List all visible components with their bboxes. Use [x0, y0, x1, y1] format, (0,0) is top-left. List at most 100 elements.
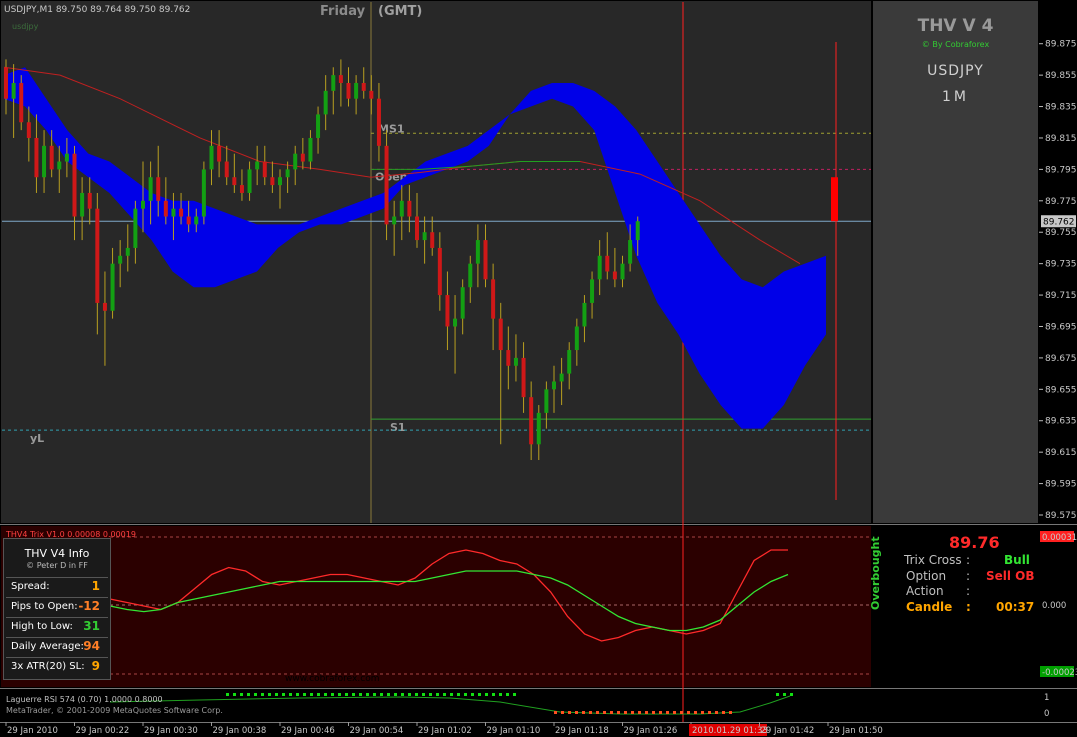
price-tick-label: 89.735 [1045, 260, 1077, 270]
info-panel-subtitle: © Peter D in FF [26, 561, 88, 570]
candle-body [620, 263, 625, 280]
info-label: Spread: [11, 581, 50, 592]
laguerre-ob-dot [247, 693, 250, 696]
laguerre-ob-dot [324, 693, 327, 696]
laguerre-os-dot [694, 711, 697, 714]
laguerre-os-dot [729, 711, 732, 714]
laguerre-os-dot [631, 711, 634, 714]
candle-body [194, 216, 199, 225]
laguerre-ob-dot [464, 693, 467, 696]
candle-body [110, 263, 115, 311]
price-tick-label: 89.795 [1045, 165, 1077, 175]
symbol-header: USDJPY,M1 89.750 89.764 89.750 89.762 [4, 5, 191, 15]
candle-body [156, 177, 161, 201]
candle-body [209, 145, 214, 170]
info-panel-title: THV V4 Info [24, 547, 90, 560]
candle-body [148, 177, 153, 201]
action-label: Action [906, 584, 944, 598]
laguerre-ob-dot [408, 693, 411, 696]
candle-body [597, 255, 602, 280]
candle-body [536, 412, 541, 445]
laguerre-os-dot [666, 711, 669, 714]
laguerre-ob-dot [492, 693, 495, 696]
laguerre-os-dot [652, 711, 655, 714]
trix-cross-label: Trix Cross [904, 553, 962, 567]
thv-signal-panel: Overbought 89.76 Trix Cross : Bull Optio… [869, 528, 1036, 686]
time-tick-label: 29 Jan 00:38 [213, 726, 267, 736]
laguerre-os-dot [561, 711, 564, 714]
candle-body [316, 114, 321, 138]
candle-body [590, 279, 595, 303]
price-tick-label: 89.675 [1045, 354, 1077, 364]
option-value: Sell OB [986, 569, 1035, 583]
candle-timer: 00:37 [996, 600, 1035, 614]
laguerre-ob-dot [436, 693, 439, 696]
candle-body [11, 82, 16, 99]
info-row-high-to-low: High to Low: 31 [6, 617, 108, 636]
candle-body [285, 169, 290, 178]
laguerre-ob-dot [359, 693, 362, 696]
candle-body [102, 302, 107, 311]
candle-body [247, 169, 252, 193]
laguerre-ob-dot [790, 693, 793, 696]
laguerre-os-dot [680, 711, 683, 714]
candle-body [430, 232, 435, 248]
candle-body [612, 271, 617, 280]
candle-body [521, 357, 526, 398]
price-tick-label: 89.615 [1045, 448, 1077, 458]
trix-axis-label: -0.00023 [1042, 668, 1077, 678]
candle-body [369, 90, 374, 99]
candle-body [141, 200, 145, 209]
info-row-atr-sl: 3x ATR(20) SL: 9 [6, 657, 108, 676]
laguerre-ob-dot [275, 693, 278, 696]
price-tick-label: 89.575 [1045, 511, 1077, 521]
laguerre-ob-dot [394, 693, 397, 696]
price-tick-label: 89.775 [1045, 197, 1077, 207]
brand-timeframe: 1M [942, 89, 969, 105]
trix-axis-label: 0.00031 [1042, 533, 1077, 543]
candle-body [567, 350, 572, 374]
laguerre-ob-dot [289, 693, 292, 696]
candle-body [483, 240, 488, 280]
trix-pane [1, 526, 871, 687]
laguerre-ob-dot [296, 693, 299, 696]
info-row-spread: Spread: 1 [6, 577, 108, 596]
candle-body [376, 98, 381, 146]
trix-cross-sep: : [966, 553, 971, 567]
laguerre-os-dot [575, 711, 578, 714]
price-tick-label: 89.655 [1045, 385, 1077, 395]
candle-body [171, 208, 176, 217]
branding-panel-bg [873, 1, 1038, 523]
day-label: Friday [320, 4, 366, 19]
candle-body [475, 240, 480, 264]
info-row-daily-average: Daily Average: 94 [6, 637, 108, 656]
candle-body [4, 67, 8, 99]
copyright-text: MetaTrader, © 2001-2009 MetaQuotes Softw… [6, 706, 223, 715]
candle-body [331, 75, 336, 91]
candle-body [399, 200, 404, 217]
candle-body [468, 263, 473, 288]
candle-body [49, 145, 54, 170]
laguerre-ob-dot [478, 693, 481, 696]
price-tick-label: 89.755 [1045, 228, 1077, 238]
level-label: MS1 [378, 122, 405, 135]
laguerre-axis-label: 1 [1044, 693, 1049, 703]
laguerre-ob-dot [429, 693, 432, 696]
candle-body [201, 169, 206, 217]
info-value: -12 [78, 599, 100, 613]
laguerre-ob-dot [471, 693, 474, 696]
laguerre-os-dot [701, 711, 704, 714]
candle-body [300, 153, 305, 162]
laguerre-os-dot [568, 711, 571, 714]
main-chart-area [1, 1, 871, 523]
laguerre-ob-dot [513, 693, 516, 696]
candle-body [72, 153, 77, 217]
candle-body [133, 208, 138, 248]
candle-body [186, 216, 191, 225]
laguerre-os-dot [722, 711, 725, 714]
candle-body [64, 153, 69, 162]
time-tick-label: 29 Jan 01:18 [555, 726, 609, 736]
candle-body [513, 357, 518, 366]
laguerre-ob-dot [499, 693, 502, 696]
laguerre-ob-dot [422, 693, 425, 696]
